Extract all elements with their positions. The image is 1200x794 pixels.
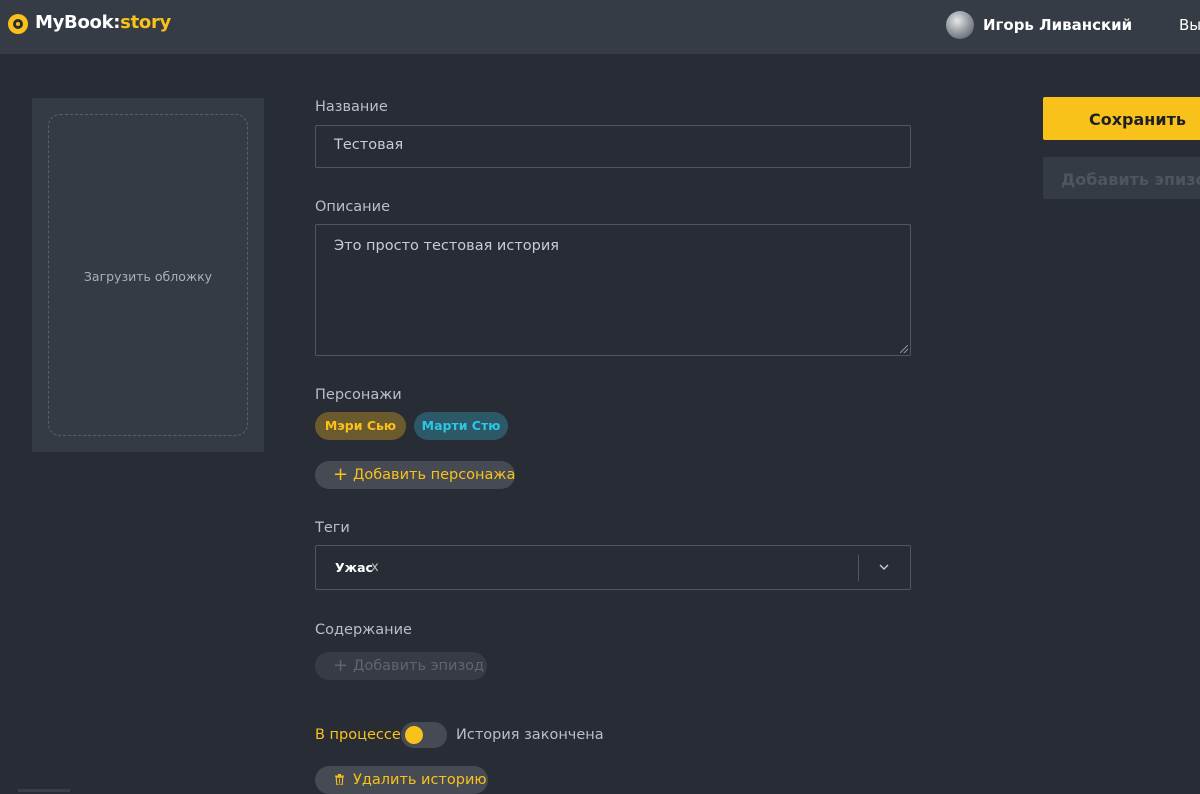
status-toggle[interactable]: [401, 722, 447, 748]
content-label: Содержание: [315, 622, 412, 638]
status-finished-label[interactable]: История закончена: [456, 727, 604, 743]
add-episode-button[interactable]: Добавить эпизод: [1043, 157, 1200, 199]
add-episode-button-label: Добавить эпизод: [1061, 170, 1200, 189]
status-in-progress-label[interactable]: В процессе: [315, 727, 401, 743]
title-input[interactable]: Тестовая: [315, 125, 911, 168]
plus-icon: +: [333, 464, 349, 485]
add-character-button[interactable]: + Добавить персонажа: [315, 461, 515, 489]
avatar[interactable]: [946, 11, 974, 39]
chevron-down-icon[interactable]: [878, 561, 890, 573]
plus-icon: +: [333, 655, 349, 676]
title-label: Название: [315, 99, 388, 115]
logo-icon-dot: [16, 22, 20, 26]
description-label: Описание: [315, 199, 390, 215]
title-input-value: Тестовая: [334, 137, 404, 153]
logout-link[interactable]: Выйти: [1179, 16, 1200, 34]
cover-upload-dropzone[interactable]: Загрузить обложку: [48, 114, 248, 436]
tag-chip: Ужас: [335, 560, 373, 575]
brand-main: MyBook:: [35, 12, 121, 33]
user-name[interactable]: Игорь Ливанский: [983, 16, 1132, 34]
logo-icon[interactable]: [8, 14, 28, 34]
save-button-label: Сохранить: [1089, 110, 1186, 129]
add-episode-inline-button[interactable]: + Добавить эпизод: [315, 652, 487, 680]
add-episode-inline-label: Добавить эпизод: [353, 658, 485, 674]
tags-separator: [858, 555, 859, 581]
brand-logo-text[interactable]: MyBook:story: [35, 12, 171, 33]
delete-story-label: Удалить историю: [353, 772, 487, 788]
add-character-label: Добавить персонажа: [353, 467, 516, 483]
trash-icon: [335, 774, 344, 785]
tag-remove-icon[interactable]: x: [371, 560, 379, 575]
delete-story-button[interactable]: Удалить историю: [315, 766, 488, 794]
character-chip-mary-sue[interactable]: Мэри Сью: [315, 412, 406, 440]
tags-label: Теги: [315, 520, 350, 536]
characters-label: Персонажи: [315, 387, 402, 403]
tags-select[interactable]: Ужас x: [315, 545, 911, 590]
character-chip-marty-stu[interactable]: Марти Стю: [414, 412, 508, 440]
save-button[interactable]: Сохранить: [1043, 97, 1200, 140]
cover-upload-label: Загрузить обложку: [83, 269, 213, 284]
status-toggle-knob: [405, 726, 423, 744]
resize-grip-icon[interactable]: [900, 345, 908, 353]
cover-panel: Загрузить обложку: [32, 98, 264, 452]
top-bar: MyBook:story Игорь Ливанский Выйти: [0, 0, 1200, 54]
description-textarea-value: Это просто тестовая история: [334, 238, 559, 254]
description-textarea[interactable]: Это просто тестовая история: [315, 224, 911, 356]
brand-accent: story: [120, 12, 171, 33]
